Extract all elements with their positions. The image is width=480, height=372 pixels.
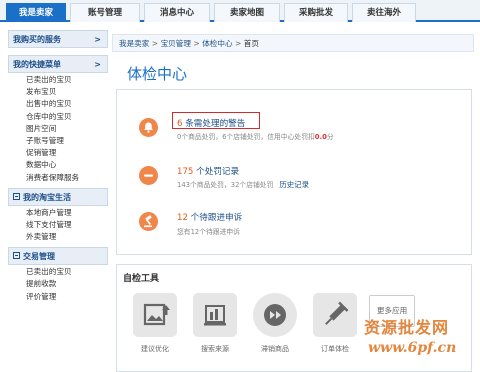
sidebar-section-life[interactable]: 我的淘宝生活 (8, 187, 108, 206)
sidebar-item-offline-pay[interactable]: 线下支付管理 (26, 219, 108, 231)
appeals-label: 个待跟进申诉 (187, 213, 243, 223)
sidebar-item-protection[interactable]: 消费者保障服务 (26, 172, 108, 184)
tab-seller[interactable]: 我是卖家 (6, 3, 66, 22)
alerts-sub-text: 0个商品处罚，6个店铺处罚，信用中心处罚扣 (177, 133, 315, 141)
tab-account[interactable]: 账号管理 (70, 3, 140, 22)
penalties-sub-text: 143个商品处罚，32个店铺处罚 (177, 181, 274, 189)
penalties-label: 个处罚记录 (193, 167, 240, 177)
sidebar-item-early-payment[interactable]: 提前收款 (26, 278, 108, 290)
sidebar-item-promotions[interactable]: 促销管理 (26, 147, 108, 159)
sidebar-section-shortcuts[interactable]: 我的快捷菜单 > (8, 55, 108, 73)
bell-icon (139, 118, 158, 137)
sidebar-section-title: 我的淘宝生活 (23, 192, 71, 202)
syringe-icon[interactable] (313, 293, 357, 337)
breadcrumb: 我是卖家 > 宝贝管理 > 体检中心 > 首页 (112, 34, 474, 52)
top-nav: 我是卖家 账号管理 消息中心 卖家地图 采购批发 卖往海外 (0, 0, 480, 22)
breadcrumb-check-center[interactable]: 体检中心 (202, 39, 232, 48)
breadcrumb-seller[interactable]: 我是卖家 (119, 39, 149, 48)
breadcrumb-sep: > (151, 39, 159, 48)
sidebar-list-trade: 已卖出的宝贝 提前收款 评价管理 (8, 265, 108, 307)
breadcrumb-sep: > (234, 39, 242, 48)
sidebar-item-subaccounts[interactable]: 子账号管理 (26, 135, 108, 147)
history-link[interactable]: 历史记录 (279, 180, 309, 189)
sidebar-item-sold[interactable]: 已卖出的宝贝 (26, 74, 108, 86)
breadcrumb-sep: > (193, 39, 200, 48)
tab-seller-map[interactable]: 卖家地图 (214, 3, 280, 22)
check-panel: 6 条需处理的警告 0个商品处罚，6个店铺处罚，信用中心处罚扣0.0分 175 … (116, 89, 472, 255)
appeals-count: 12 (177, 213, 188, 223)
watermark-cn: 资源批发网 (364, 318, 450, 337)
sidebar-item-local-merchant[interactable]: 本地商户管理 (26, 207, 108, 219)
sidebar-section-title: 交易管理 (23, 252, 55, 262)
refresh-icon[interactable] (253, 293, 297, 337)
minus-icon (139, 166, 158, 185)
page-title: 体检中心 (127, 65, 188, 83)
sidebar-item-data-center[interactable]: 数据中心 (26, 159, 108, 171)
search-source-icon[interactable] (193, 293, 237, 337)
breadcrumb-current: 首页 (243, 39, 259, 48)
penalties-count: 175 (177, 167, 194, 177)
sidebar-item-on-sale[interactable]: 出售中的宝贝 (26, 98, 108, 110)
sidebar-item-sold-2[interactable]: 已卖出的宝贝 (26, 266, 108, 278)
tab-messages[interactable]: 消息中心 (144, 3, 210, 22)
sidebar-item-image-space[interactable]: 图片空间 (26, 123, 108, 135)
tool-label[interactable]: 搜索来源 (185, 344, 245, 354)
gavel-icon (139, 212, 158, 231)
sidebar-list-shortcuts: 已卖出的宝贝 发布宝贝 出售中的宝贝 仓库中的宝贝 图片空间 子账号管理 促销管… (8, 73, 108, 188)
penalties-title[interactable]: 175 个处罚记录 (177, 165, 239, 177)
tool-label[interactable]: 订单体检 (305, 344, 365, 354)
sidebar: 我购买的服务 > 我的快捷菜单 > 已卖出的宝贝 发布宝贝 出售中的宝贝 仓库中… (8, 30, 108, 372)
breadcrumb-item-mgmt[interactable]: 宝贝管理 (161, 39, 191, 48)
tool-label[interactable]: 滞销商品 (245, 344, 305, 354)
appeals-title[interactable]: 12 个待跟进申诉 (177, 211, 242, 223)
tab-overseas[interactable]: 卖往海外 (352, 3, 416, 22)
sidebar-item-reviews[interactable]: 评价管理 (26, 291, 108, 303)
sidebar-item-warehouse[interactable]: 仓库中的宝贝 (26, 111, 108, 123)
appeals-sub: 您有12个待跟进申诉 (177, 228, 241, 236)
tools-title: 自检工具 (123, 274, 160, 284)
chevron-right-icon[interactable]: > (94, 31, 101, 49)
watermark: 资源批发网 www.6pf.cn (364, 314, 480, 372)
sidebar-item-takeout[interactable]: 外卖管理 (26, 231, 108, 243)
chevron-right-icon[interactable]: > (94, 56, 101, 74)
penalties-sub: 143个商品处罚，32个店铺处罚 历史记录 (177, 179, 309, 190)
alerts-sub: 0个商品处罚，6个店铺处罚，信用中心处罚扣0.0分 (177, 131, 334, 141)
sidebar-section-services[interactable]: 我购买的服务 > (8, 30, 108, 48)
sidebar-item-publish[interactable]: 发布宝贝 (26, 86, 108, 98)
watermark-url: www.6pf.cn (368, 340, 457, 356)
sidebar-section-title: 我的快捷菜单 (13, 60, 61, 69)
highlight-box (172, 112, 260, 129)
sidebar-list-life: 本地商户管理 线下支付管理 外卖管理 (8, 206, 108, 248)
tab-wholesale[interactable]: 采购批发 (284, 3, 348, 22)
alerts-sub-suffix: 分 (326, 133, 334, 141)
alerts-score: 0.0 (314, 133, 327, 141)
tool-label[interactable]: 建议优化 (125, 344, 185, 354)
collapse-icon[interactable] (13, 252, 20, 260)
sidebar-section-title: 我购买的服务 (13, 35, 61, 44)
image-upload-icon[interactable] (133, 293, 177, 337)
collapse-icon[interactable] (13, 192, 20, 200)
sidebar-section-trade[interactable]: 交易管理 (8, 247, 108, 266)
